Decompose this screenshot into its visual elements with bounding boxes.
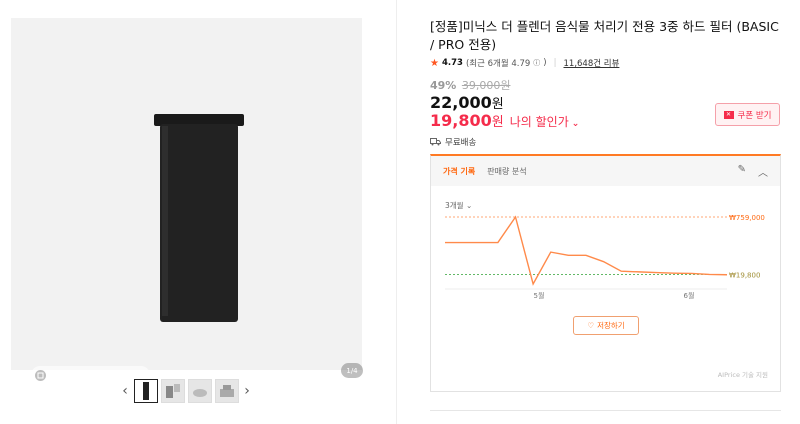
edit-icon[interactable]: ✎ xyxy=(738,164,746,179)
rating-recent-close: ) xyxy=(543,58,547,68)
sale-price[interactable]: 19,800 원 나의 할인가 ⌄ xyxy=(430,111,579,130)
product-gallery[interactable]: 최근 3개월간 276명 재구매 1/4 xyxy=(11,18,363,384)
repurchase-icon xyxy=(35,369,46,381)
chevron-left-icon[interactable]: ‹ xyxy=(118,378,132,404)
price-value: 22,000 xyxy=(430,93,492,112)
price-history-panel: 가격 기록 판매량 분석 ✎ ︿ 3개월 ⌄ ₩759,000 ₩19,800 ₩1… xyxy=(430,154,781,392)
chevron-down-icon: ⌄ xyxy=(571,119,580,129)
rating-score: 4.73 xyxy=(441,58,463,68)
divider: | xyxy=(553,58,557,68)
heart-icon: ♡ xyxy=(587,321,595,330)
coupon-button[interactable]: ✕ 쿠폰 받기 xyxy=(715,103,780,126)
max-price-label: ₩759,000 xyxy=(729,214,765,222)
coupon-label: 쿠폰 받기 xyxy=(737,110,772,121)
x-tick-label: 5월 xyxy=(534,291,545,300)
tab-sales-analysis[interactable]: 판매량 분석 xyxy=(487,166,526,177)
discount-percent: 49% xyxy=(430,79,457,92)
shipping-text: 무료배송 xyxy=(445,138,477,148)
sale-price-value: 19,800 xyxy=(430,111,492,130)
column-divider xyxy=(396,0,397,424)
thumbnail-3[interactable] xyxy=(187,379,212,403)
thumbnail-strip: ‹ › xyxy=(118,378,254,404)
thumbnail-4[interactable] xyxy=(214,379,239,403)
product-image xyxy=(154,114,244,322)
rating-recent: (최근 6개월 4.79 xyxy=(465,59,531,69)
my-discount-label: 나의 할인가 xyxy=(509,115,569,129)
discount-row: 49% 39,000원 xyxy=(430,77,510,93)
reviews-link[interactable]: 11,648건 리뷰 xyxy=(564,57,620,69)
price: 22,000원 xyxy=(430,93,504,112)
price-chart: ₩759,000₩19,800₩19,8005월 6월 xyxy=(445,214,765,300)
min-price-label-overlap: ₩19,800 xyxy=(729,271,760,279)
original-price: 39,000원 xyxy=(461,79,511,92)
product-title: [정품]미닉스 더 플렌더 음식물 처리기 전용 3중 하드 필터 (BASIC… xyxy=(430,19,779,52)
rating-row: ★ 4.73 (최근 6개월 4.79 ⓘ) | 11,648건 리뷰 xyxy=(430,57,620,70)
tab-price-history[interactable]: 가격 기록 xyxy=(443,166,475,177)
save-label: 저장하기 xyxy=(597,321,625,330)
truck-icon xyxy=(430,138,441,146)
thumbnail-1[interactable] xyxy=(133,379,158,403)
info-icon[interactable]: ⓘ xyxy=(533,58,540,68)
product-page: 최근 3개월간 276명 재구매 1/4 ‹ › [정품]미닉스 더 플렌더 음… xyxy=(0,0,800,424)
coupon-icon: ✕ xyxy=(723,110,734,119)
credit-text: AIPrice 기술 지원 xyxy=(717,371,768,379)
chevron-up-icon[interactable]: ︿ xyxy=(758,164,768,179)
section-divider xyxy=(430,410,781,411)
thumbnail-2[interactable] xyxy=(160,379,185,403)
image-counter: 1/4 xyxy=(341,363,363,378)
x-tick-label: 6월 xyxy=(684,291,695,300)
save-button[interactable]: ♡ 저장하기 xyxy=(573,316,639,335)
price-unit: 원 xyxy=(491,97,504,112)
price-series-line xyxy=(445,215,728,286)
star-icon: ★ xyxy=(430,57,439,69)
sale-price-unit: 원 xyxy=(491,115,504,130)
shipping-info: 무료배송 xyxy=(430,136,476,148)
panel-tabs: 가격 기록 판매량 분석 ✎ ︿ xyxy=(431,156,780,186)
chevron-right-icon[interactable]: › xyxy=(240,378,254,404)
